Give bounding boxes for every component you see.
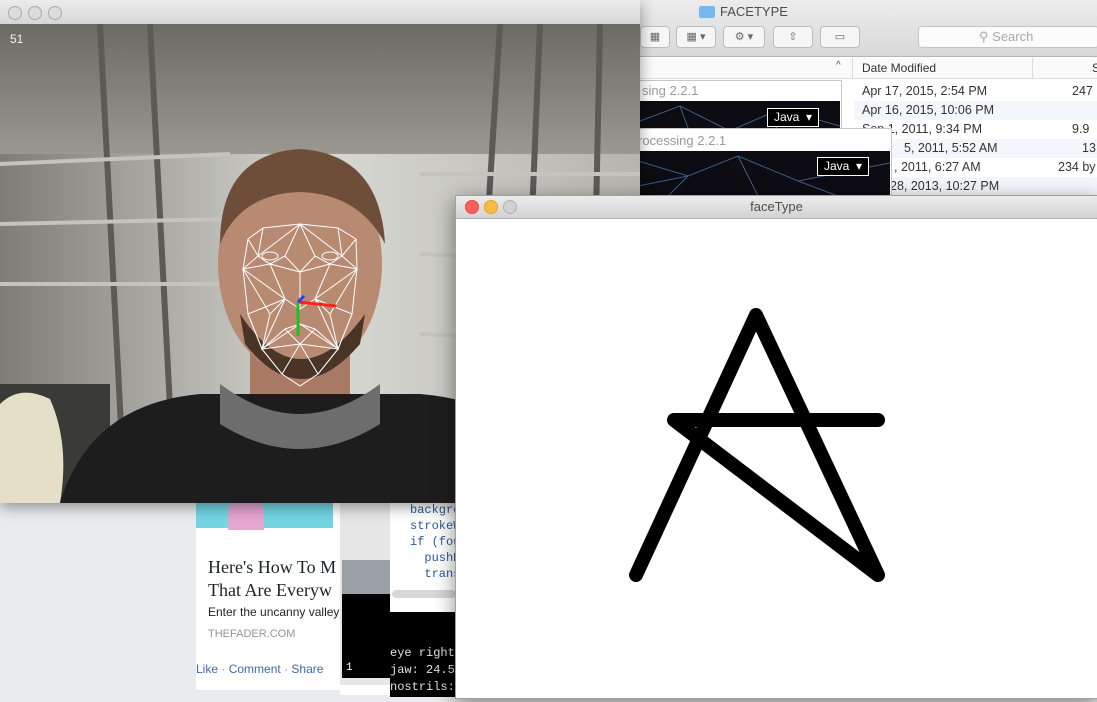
- file-date: Apr 17, 2015, 2:54 PM: [862, 84, 988, 98]
- code-line[interactable]: if (fou: [410, 535, 460, 549]
- action-gear-button[interactable]: ⚙ ▾: [723, 26, 765, 48]
- sort-chevron-icon[interactable]: ^: [836, 60, 841, 71]
- headline-line-1: Here's How To M: [208, 557, 337, 577]
- tag-icon[interactable]: ▭: [820, 26, 860, 48]
- console-line: nostrils:: [390, 680, 455, 694]
- arrange-button[interactable]: ▦ ▾: [676, 26, 716, 48]
- code-line[interactable]: pushM: [410, 551, 460, 565]
- comment-link[interactable]: Comment: [229, 662, 281, 676]
- facetype-title: faceType: [750, 199, 803, 214]
- mode-label: Java: [774, 110, 800, 124]
- editor-scrollbar[interactable]: [392, 590, 456, 598]
- processing-window-title: rocessing 2.2.1: [638, 133, 727, 148]
- line-number: 1: [342, 662, 394, 678]
- editor-message-area: [342, 560, 390, 594]
- column-divider: [1032, 58, 1033, 78]
- console-line: eye right: [390, 646, 455, 660]
- share-icon[interactable]: ⇧: [773, 26, 813, 48]
- drawn-letter-a: [629, 308, 885, 582]
- webcam-titlebar: [0, 0, 640, 25]
- column-divider: [852, 58, 853, 78]
- column-date-modified[interactable]: Date Modified: [862, 61, 936, 75]
- file-date: Apr 16, 2015, 10:06 PM: [862, 103, 995, 117]
- file-row[interactable]: Apr 16, 2015, 10:06 PM: [854, 101, 1097, 120]
- file-row[interactable]: Apr 17, 2015, 2:54 PM 247: [854, 82, 1097, 101]
- file-date: , 2011, 6:27 AM: [894, 160, 981, 174]
- post-actions: Like · Comment · Share: [196, 662, 356, 676]
- file-size: 234 by: [1058, 160, 1096, 174]
- code-line[interactable]: strokeW: [410, 519, 460, 533]
- mode-label: Java: [824, 159, 850, 173]
- finder-title: FACETYPE: [720, 4, 788, 19]
- article-headline[interactable]: Here's How To M That Are Everyw: [208, 556, 348, 606]
- headline-line-2: That Are Everyw: [208, 580, 332, 600]
- search-input[interactable]: ⚲ Search: [918, 26, 1097, 48]
- file-size: 13: [1082, 141, 1096, 155]
- mode-selector[interactable]: Java ▾: [767, 108, 820, 127]
- like-link[interactable]: Like: [196, 662, 218, 676]
- finder-column-header: ^ Date Modified S: [640, 58, 1097, 79]
- code-line[interactable]: backgro: [410, 503, 460, 517]
- article-subtitle: Enter the uncanny valley: [208, 605, 340, 619]
- separator: ·: [284, 662, 289, 676]
- separator: ·: [221, 662, 226, 676]
- folder-icon: [699, 6, 715, 18]
- search-icon: ⚲: [979, 29, 989, 44]
- share-link[interactable]: Share: [291, 662, 323, 676]
- code-line[interactable]: trans: [410, 567, 460, 581]
- mode-selector[interactable]: Java ▾: [817, 157, 870, 176]
- processing-window-title: sing 2.2.1: [642, 83, 699, 98]
- file-date: 28, 2013, 10:27 PM: [890, 179, 1000, 193]
- console-line: jaw: 24.59: [390, 663, 463, 677]
- facetype-canvas[interactable]: [456, 218, 1097, 697]
- minimize-button[interactable]: [28, 6, 42, 20]
- chevron-down-icon: ▾: [802, 110, 813, 124]
- editor-console-preview: [342, 594, 390, 662]
- file-date: 5, 2011, 5:52 AM: [904, 141, 998, 155]
- file-size: 9.9: [1072, 122, 1090, 136]
- chevron-down-icon: ▾: [852, 159, 863, 173]
- search-placeholder: Search: [992, 29, 1034, 44]
- article-source: THEFADER.COM: [208, 628, 296, 640]
- column-size[interactable]: S: [1092, 61, 1097, 75]
- zoom-button[interactable]: [48, 6, 62, 20]
- view-coverflow-button[interactable]: ▦: [640, 26, 670, 48]
- close-button[interactable]: [8, 6, 22, 20]
- file-size: 247: [1072, 84, 1093, 98]
- frame-counter: 51: [10, 32, 24, 46]
